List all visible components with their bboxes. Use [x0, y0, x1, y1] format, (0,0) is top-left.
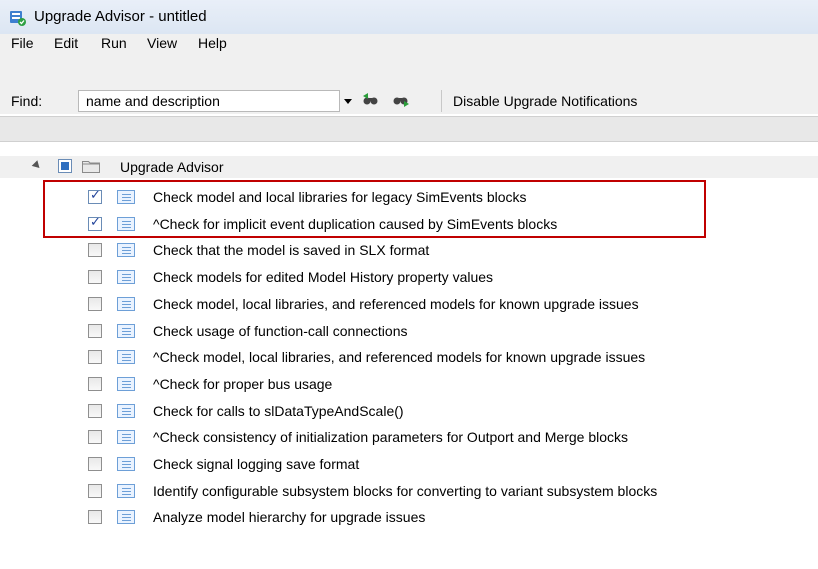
check-checkbox[interactable]: [88, 243, 102, 257]
check-checkbox[interactable]: [88, 350, 102, 364]
root-checkbox[interactable]: [58, 159, 72, 173]
check-list-item[interactable]: Check signal logging save format: [0, 453, 818, 475]
check-list-item[interactable]: ^Check consistency of initialization par…: [0, 426, 818, 448]
find-combobox-value: name and description: [86, 93, 220, 109]
check-document-icon: [117, 430, 135, 444]
check-document-icon: [117, 484, 135, 498]
check-document-icon: [117, 297, 135, 311]
check-label: Check that the model is saved in SLX for…: [153, 242, 430, 258]
check-label: ^Check for proper bus usage: [153, 376, 333, 392]
check-list-item[interactable]: Check model, local libraries, and refere…: [0, 293, 818, 315]
check-label: Check model, local libraries, and refere…: [153, 296, 639, 312]
check-label: Identify configurable subsystem blocks f…: [153, 483, 658, 499]
check-list-item[interactable]: ^Check model, local libraries, and refer…: [0, 346, 818, 368]
check-label: Check for calls to slDataTypeAndScale(): [153, 403, 404, 419]
tree-root-label: Upgrade Advisor: [120, 159, 224, 175]
check-checkbox[interactable]: [88, 297, 102, 311]
check-checkbox[interactable]: [88, 324, 102, 338]
check-document-icon: [117, 377, 135, 391]
chevron-down-icon[interactable]: [344, 99, 352, 104]
check-label: Check usage of function-call connections: [153, 323, 408, 339]
check-document-icon: [117, 350, 135, 364]
find-label: Find:: [11, 93, 43, 109]
check-label: Check models for edited Model History pr…: [153, 269, 494, 285]
folder-icon: [82, 161, 100, 173]
menu-run[interactable]: Run: [101, 35, 127, 51]
check-checkbox[interactable]: [88, 510, 102, 524]
check-list-item[interactable]: ^Check for proper bus usage: [0, 373, 818, 395]
menu-view[interactable]: View: [147, 35, 177, 51]
find-next-icon[interactable]: [392, 92, 410, 108]
check-checkbox[interactable]: [88, 404, 102, 418]
check-document-icon: [117, 510, 135, 524]
disable-upgrade-notifications-button[interactable]: Disable Upgrade Notifications: [453, 93, 637, 109]
title-bar: Upgrade Advisor - untitled: [0, 0, 818, 34]
check-list-item[interactable]: Check models for edited Model History pr…: [0, 266, 818, 288]
check-list-item[interactable]: Analyze model hierarchy for upgrade issu…: [0, 506, 818, 528]
check-label: ^Check consistency of initialization par…: [153, 429, 629, 445]
menu-help[interactable]: Help: [198, 35, 227, 51]
check-document-icon: [117, 404, 135, 418]
check-list-item[interactable]: Check usage of function-call connections: [0, 320, 818, 342]
check-list-item[interactable]: Check that the model is saved in SLX for…: [0, 239, 818, 261]
toolbar-separator: [441, 90, 442, 112]
check-checkbox[interactable]: [88, 430, 102, 444]
check-checkbox[interactable]: [88, 484, 102, 498]
window-title: Upgrade Advisor - untitled: [34, 8, 207, 25]
highlight-box: [43, 180, 706, 238]
menu-bar: File Edit Run View Help: [0, 34, 818, 54]
find-previous-icon[interactable]: [362, 92, 380, 108]
upgrade-advisor-app-icon: [10, 11, 26, 26]
check-checkbox[interactable]: [88, 270, 102, 284]
status-strip: [0, 116, 818, 142]
check-label: Analyze model hierarchy for upgrade issu…: [153, 509, 426, 525]
check-document-icon: [117, 243, 135, 257]
check-label: Check signal logging save format: [153, 456, 360, 472]
find-combobox[interactable]: name and description: [78, 90, 340, 112]
check-label: ^Check model, local libraries, and refer…: [153, 349, 646, 365]
check-list-item[interactable]: Identify configurable subsystem blocks f…: [0, 480, 818, 502]
check-checkbox[interactable]: [88, 457, 102, 471]
check-document-icon: [117, 270, 135, 284]
check-checkbox[interactable]: [88, 377, 102, 391]
check-document-icon: [117, 324, 135, 338]
check-document-icon: [117, 457, 135, 471]
menu-edit[interactable]: Edit: [54, 35, 78, 51]
check-list-item[interactable]: Check for calls to slDataTypeAndScale(): [0, 400, 818, 422]
menu-file[interactable]: File: [11, 35, 34, 51]
